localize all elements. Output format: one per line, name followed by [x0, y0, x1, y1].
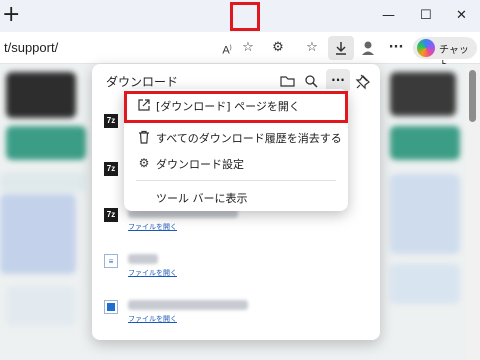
menu-item-show-in-toolbar[interactable]: ツール バーに表示	[124, 185, 348, 209]
document-file-icon: ≡	[104, 254, 118, 268]
menu-item-download-settings[interactable]: ⚙ ダウンロード設定	[124, 151, 348, 175]
archive-7z-icon: 7z	[104, 162, 118, 176]
download-icon	[336, 42, 346, 55]
scrollbar-thumb[interactable]	[469, 70, 476, 122]
application-file-icon	[104, 300, 118, 314]
open-file-link[interactable]: ファイルを開く	[128, 222, 177, 232]
open-file-link[interactable]: ファイルを開く	[128, 314, 177, 324]
read-aloud-icon[interactable]: A)	[217, 38, 237, 58]
menu-item-label: すべてのダウンロード履歴を消去する	[156, 132, 342, 145]
menu-separator	[136, 180, 336, 181]
highlight-open-downloads-page	[124, 91, 348, 123]
archive-7z-icon: 7z	[104, 208, 118, 222]
favorite-star-icon[interactable]: ☆	[238, 38, 258, 58]
file-name-blurred	[128, 300, 248, 310]
menu-item-label: ダウンロード設定	[156, 158, 244, 171]
maximize-button[interactable]: ☐	[420, 8, 432, 24]
address-bar[interactable]: t/support/	[4, 40, 58, 55]
extensions-icon[interactable]: ⚙	[268, 38, 288, 58]
favorites-icon[interactable]: ☆	[302, 38, 322, 58]
chat-button[interactable]: チャット	[413, 37, 477, 71]
copilot-logo-icon	[417, 39, 435, 57]
profile-icon[interactable]	[358, 38, 378, 58]
close-button[interactable]: ✕	[456, 8, 467, 24]
trash-icon	[136, 129, 152, 145]
gear-icon: ⚙	[138, 156, 150, 170]
menu-item-clear-history[interactable]: すべてのダウンロード履歴を消去する	[124, 125, 348, 149]
minimize-button[interactable]: —	[382, 8, 395, 24]
archive-7z-icon: 7z	[104, 114, 118, 128]
pin-icon[interactable]	[352, 70, 374, 92]
browser-toolbar: t/support/ A) ☆ ⚙ ☆ ··· チャット	[0, 32, 480, 71]
file-name-blurred	[128, 254, 158, 264]
download-button[interactable]	[328, 36, 354, 60]
open-file-link[interactable]: ファイルを開く	[128, 268, 177, 278]
highlight-more-button	[230, 2, 260, 31]
more-icon[interactable]: ···	[386, 38, 406, 58]
new-tab-button[interactable]: +	[2, 4, 20, 26]
downloads-title: ダウンロード	[106, 75, 179, 89]
menu-item-label: ツール バーに表示	[156, 192, 248, 205]
